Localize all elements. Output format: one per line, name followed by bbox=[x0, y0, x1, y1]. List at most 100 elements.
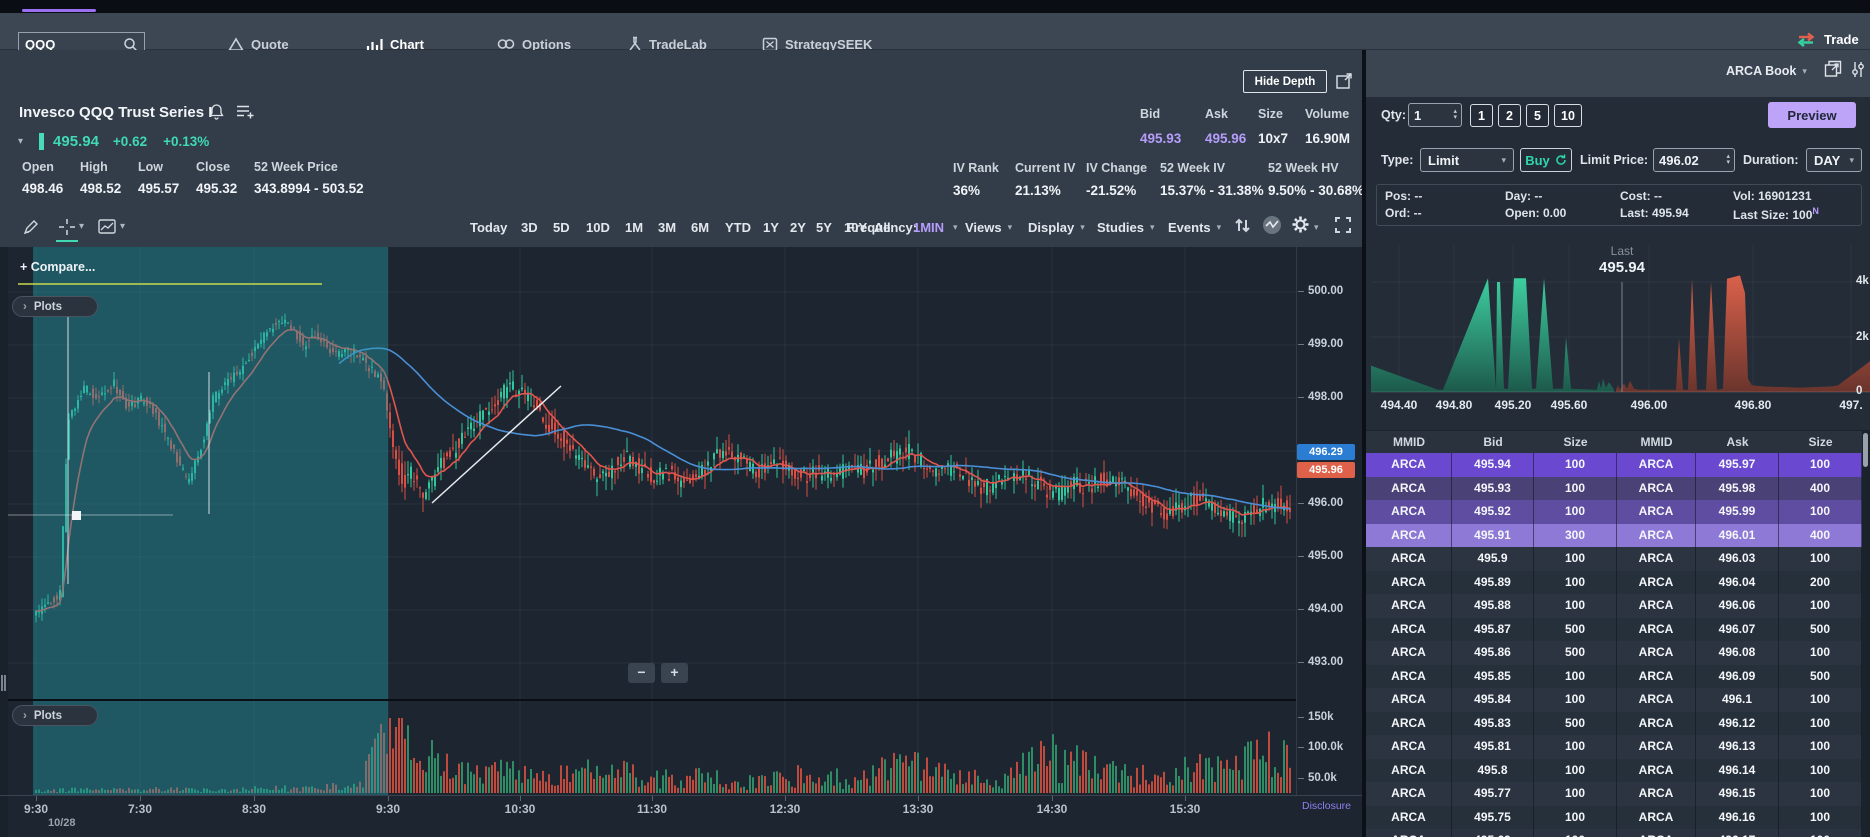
plots-toggle-volume[interactable]: › Plots bbox=[12, 705, 98, 726]
alert-bell-icon[interactable] bbox=[208, 103, 225, 120]
compare-button[interactable]: + Compare... bbox=[20, 260, 95, 274]
book-row[interactable]: ARCA495.83500ARCA496.12100 bbox=[1366, 712, 1862, 736]
book-header-cell[interactable]: Size bbox=[1779, 431, 1862, 454]
volume-tick-label: 150k bbox=[1308, 711, 1334, 723]
panel-drag-handle[interactable] bbox=[1, 675, 6, 691]
timeaxis-separator bbox=[0, 795, 1362, 796]
popout-book-icon[interactable] bbox=[1824, 60, 1842, 78]
chart-type-caret-icon[interactable]: ▾ bbox=[120, 221, 125, 232]
qty-preset-2[interactable]: 2 bbox=[1498, 104, 1521, 127]
book-row[interactable]: ARCA495.92100ARCA495.99100 bbox=[1366, 500, 1862, 524]
range-button-ytd[interactable]: YTD bbox=[725, 220, 751, 235]
book-settings-sliders-icon[interactable] bbox=[1850, 61, 1866, 78]
fullscreen-icon[interactable] bbox=[1334, 216, 1352, 234]
depth-chart[interactable] bbox=[1371, 240, 1870, 400]
chart-type-icon[interactable] bbox=[98, 218, 117, 236]
book-row[interactable]: ARCA495.94100ARCA495.97100 bbox=[1366, 453, 1862, 477]
chevron-down-icon[interactable]: ▾ bbox=[18, 136, 23, 147]
hide-depth-button[interactable]: Hide Depth bbox=[1243, 70, 1327, 93]
settings-caret-icon[interactable]: ▾ bbox=[1314, 222, 1319, 233]
book-row[interactable]: ARCA495.75100ARCA496.16100 bbox=[1366, 806, 1862, 830]
book-row[interactable]: ARCA495.81100ARCA496.13100 bbox=[1366, 735, 1862, 759]
book-row[interactable]: ARCA495.87500ARCA496.07500 bbox=[1366, 618, 1862, 642]
book-row[interactable]: ARCA495.9100ARCA496.03100 bbox=[1366, 547, 1862, 571]
qty-preset-10[interactable]: 10 bbox=[1554, 104, 1582, 127]
duration-select[interactable]: DAY ▾ bbox=[1806, 148, 1862, 172]
price-change: +0.62 bbox=[113, 134, 147, 149]
side-toggle-button[interactable]: Buy bbox=[1520, 148, 1572, 172]
book-mmid-cell: ARCA bbox=[1617, 665, 1696, 689]
book-header-cell[interactable]: Bid bbox=[1452, 431, 1534, 454]
trade-button[interactable]: Trade bbox=[1795, 31, 1859, 48]
qty-stepper[interactable]: ▴▾ bbox=[1408, 103, 1462, 127]
limit-price-input[interactable] bbox=[1654, 153, 1726, 168]
book-row[interactable]: ARCA495.69100ARCA496.17100 bbox=[1366, 829, 1862, 837]
chevron-down-icon: ▾ bbox=[1802, 66, 1807, 77]
zoom-out-button[interactable]: − bbox=[628, 663, 655, 683]
book-size-cell: 100 bbox=[1779, 759, 1862, 783]
menu-events[interactable]: Events▾ bbox=[1168, 220, 1221, 235]
depth-x-label: 495.60 bbox=[1551, 398, 1588, 412]
book-row[interactable]: ARCA495.93100ARCA495.98400 bbox=[1366, 477, 1862, 501]
book-row[interactable]: ARCA495.77100ARCA496.15100 bbox=[1366, 782, 1862, 806]
book-scrollbar[interactable] bbox=[1862, 430, 1870, 837]
book-selector[interactable]: ARCA Book ▾ bbox=[1726, 64, 1807, 78]
social-sentiment-icon[interactable] bbox=[1262, 215, 1282, 235]
frequency-value[interactable]: 1MIN bbox=[913, 220, 944, 235]
price-tick-label: 498.00 bbox=[1308, 391, 1343, 403]
popout-chart-icon[interactable] bbox=[1336, 72, 1353, 89]
book-scrollbar-thumb[interactable] bbox=[1863, 433, 1868, 467]
book-header-cell[interactable]: MMID bbox=[1617, 431, 1696, 454]
range-button-1y[interactable]: 1Y bbox=[763, 220, 779, 235]
menu-views[interactable]: Views▾ bbox=[965, 220, 1012, 235]
price-tick-label: 493.00 bbox=[1308, 656, 1343, 668]
stepper-arrows-icon[interactable]: ▴▾ bbox=[1726, 154, 1734, 166]
price-tick: 493.00 bbox=[1298, 656, 1343, 668]
range-button-1m[interactable]: 1M bbox=[625, 220, 643, 235]
disclosure-link[interactable]: Disclosure bbox=[1302, 800, 1351, 812]
qty-input[interactable] bbox=[1409, 108, 1453, 123]
book-row[interactable]: ARCA495.91300ARCA496.01400 bbox=[1366, 524, 1862, 548]
book-header-cell[interactable]: Ask bbox=[1696, 431, 1779, 454]
menu-studies[interactable]: Studies▾ bbox=[1097, 220, 1155, 235]
stepper-arrows-icon[interactable]: ▴▾ bbox=[1453, 109, 1461, 121]
range-button-2y[interactable]: 2Y bbox=[790, 220, 806, 235]
settings-gear-icon[interactable] bbox=[1291, 215, 1310, 234]
range-button-6m[interactable]: 6M bbox=[691, 220, 709, 235]
range-button-today[interactable]: Today bbox=[470, 220, 507, 235]
book-header-cell[interactable]: MMID bbox=[1366, 431, 1452, 454]
book-header-cell[interactable]: Size bbox=[1534, 431, 1617, 454]
range-button-5d[interactable]: 5D bbox=[553, 220, 570, 235]
preview-button[interactable]: Preview bbox=[1768, 102, 1856, 128]
book-row[interactable]: ARCA495.89100ARCA496.04200 bbox=[1366, 571, 1862, 595]
book-row[interactable]: ARCA495.88100ARCA496.06100 bbox=[1366, 594, 1862, 618]
candlestick-chart[interactable] bbox=[8, 247, 1296, 795]
range-button-3d[interactable]: 3D bbox=[521, 220, 538, 235]
order-type-select[interactable]: Limit ▾ bbox=[1420, 148, 1514, 172]
book-row[interactable]: ARCA495.8100ARCA496.14100 bbox=[1366, 759, 1862, 783]
crosshair-caret-icon[interactable]: ▾ bbox=[79, 221, 84, 232]
book-row[interactable]: ARCA495.85100ARCA496.09500 bbox=[1366, 665, 1862, 689]
instrument-title: Invesco QQQ Trust Series I bbox=[19, 104, 212, 121]
plots-toggle-price[interactable]: › Plots bbox=[12, 296, 98, 317]
frequency-caret-icon[interactable]: ▾ bbox=[953, 222, 958, 233]
book-size-cell: 100 bbox=[1779, 782, 1862, 806]
price-tick: 499.00 bbox=[1298, 338, 1343, 350]
qty-preset-1[interactable]: 1 bbox=[1470, 104, 1493, 127]
range-button-5y[interactable]: 5Y bbox=[816, 220, 832, 235]
compare-arrows-icon[interactable] bbox=[1233, 216, 1252, 235]
menu-display[interactable]: Display▾ bbox=[1028, 220, 1085, 235]
draw-tool-icon[interactable] bbox=[22, 218, 40, 236]
chevron-down-icon: ▾ bbox=[1080, 222, 1085, 233]
limit-price-stepper[interactable]: ▴▾ bbox=[1653, 148, 1735, 172]
crosshair-tool-icon[interactable] bbox=[58, 218, 76, 236]
range-button-10d[interactable]: 10D bbox=[586, 220, 610, 235]
book-row[interactable]: ARCA495.86500ARCA496.08100 bbox=[1366, 641, 1862, 665]
range-button-3m[interactable]: 3M bbox=[658, 220, 676, 235]
stat-key: Vol: bbox=[1733, 189, 1758, 203]
book-row[interactable]: ARCA495.84100ARCA496.1100 bbox=[1366, 688, 1862, 712]
zoom-in-button[interactable]: + bbox=[661, 663, 688, 683]
add-to-watchlist-icon[interactable] bbox=[236, 104, 254, 119]
depth-x-label: 495.20 bbox=[1495, 398, 1532, 412]
qty-preset-5[interactable]: 5 bbox=[1526, 104, 1549, 127]
